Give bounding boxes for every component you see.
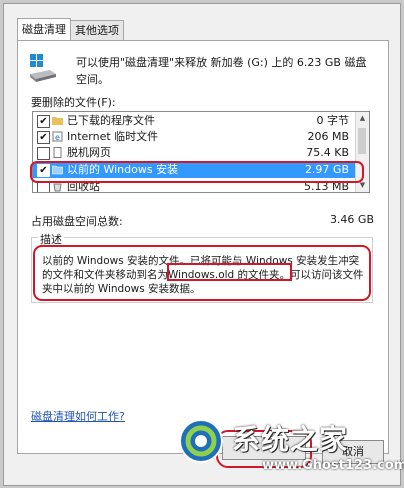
checkbox[interactable] [37, 147, 50, 160]
tab-more-options[interactable]: 其他选项 [70, 20, 124, 40]
files-to-delete-label: 要删除的文件(F): [31, 96, 116, 109]
watermark-logo-icon [179, 419, 223, 463]
scroll-thumb[interactable] [358, 128, 366, 154]
list-item[interactable]: 脱机网页 75.4 KB [33, 145, 355, 161]
list-item[interactable]: ✔ e Internet 临时文件 206 MB [33, 129, 355, 145]
watermark-title: 系统之家 [232, 423, 349, 456]
tab-strip: 磁盘清理 其他选项 [17, 18, 124, 40]
tab-disk-cleanup[interactable]: 磁盘清理 [17, 18, 71, 40]
watermark-url: www.Ghost123.com [262, 458, 404, 473]
total-space-value: 3.46 GB [329, 213, 374, 226]
help-link[interactable]: 磁盘清理如何工作? [31, 408, 125, 424]
page-icon [53, 147, 62, 158]
total-space-label: 占用磁盘空间总数: [31, 215, 123, 228]
checkbox[interactable]: ✔ [37, 115, 50, 128]
annotation-box [167, 263, 292, 281]
svg-text:e: e [55, 133, 60, 142]
drive-cleanup-icon [30, 54, 56, 82]
list-item[interactable]: ✔ 已下载的程序文件 0 字节 [33, 113, 355, 129]
intro-text: 可以使用"磁盘清理"来释放 新加卷 (G:) 上的 6.23 GB 磁盘空间。 [76, 56, 367, 86]
folder-icon [52, 117, 63, 125]
internet-icon: e [52, 131, 63, 142]
scroll-up-icon[interactable]: ▲ [356, 112, 369, 125]
annotation-circle [30, 161, 364, 183]
checkbox[interactable]: ✔ [37, 131, 50, 144]
